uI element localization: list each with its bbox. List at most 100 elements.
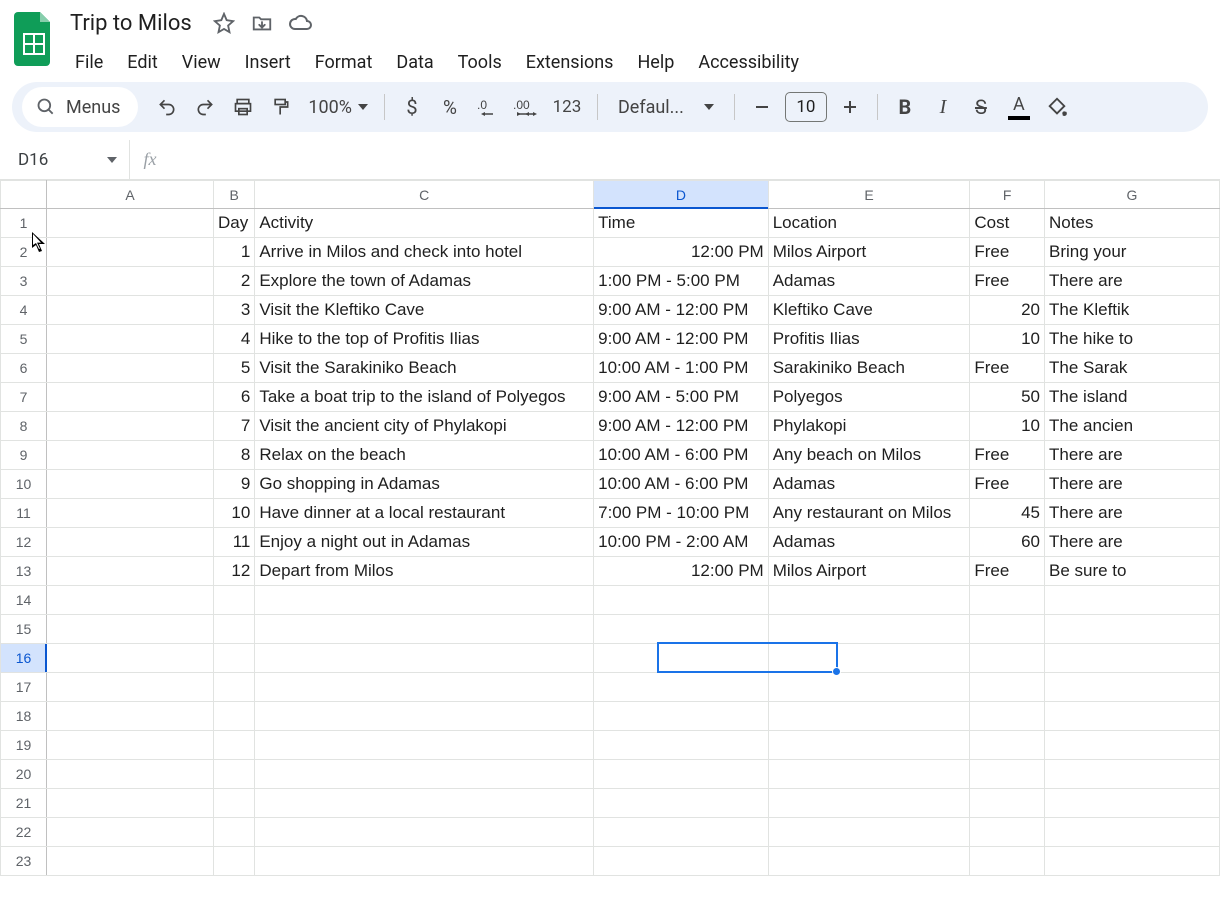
cell-D15[interactable] xyxy=(594,615,769,644)
cell-C12[interactable]: Enjoy a night out in Adamas xyxy=(255,528,594,557)
cell-B22[interactable] xyxy=(214,818,255,847)
print-button[interactable] xyxy=(226,90,260,124)
cell-E14[interactable] xyxy=(768,586,970,615)
redo-button[interactable] xyxy=(188,90,222,124)
cell-F13[interactable]: Free xyxy=(970,557,1045,586)
row-header-3[interactable]: 3 xyxy=(1,267,47,296)
cell-C4[interactable]: Visit the Kleftiko Cave xyxy=(255,296,594,325)
cell-G18[interactable] xyxy=(1044,702,1219,731)
font-size-input[interactable]: 10 xyxy=(785,92,827,122)
cell-E10[interactable]: Adamas xyxy=(768,470,970,499)
italic-button[interactable]: I xyxy=(926,90,960,124)
cell-E7[interactable]: Polyegos xyxy=(768,383,970,412)
cell-B19[interactable] xyxy=(214,731,255,760)
cell-B21[interactable] xyxy=(214,789,255,818)
cell-E5[interactable]: Profitis Ilias xyxy=(768,325,970,354)
cell-D13[interactable]: 12:00 PM xyxy=(594,557,769,586)
menu-extensions[interactable]: Extensions xyxy=(515,46,625,79)
cell-D5[interactable]: 9:00 AM - 12:00 PM xyxy=(594,325,769,354)
cell-D23[interactable] xyxy=(594,847,769,876)
text-color-button[interactable]: A xyxy=(1002,90,1036,124)
cell-C16[interactable] xyxy=(255,644,594,673)
cell-F4[interactable]: 20 xyxy=(970,296,1045,325)
menu-tools[interactable]: Tools xyxy=(447,46,513,79)
cell-E6[interactable]: Sarakiniko Beach xyxy=(768,354,970,383)
sheets-logo-icon[interactable] xyxy=(12,10,56,68)
menu-edit[interactable]: Edit xyxy=(116,46,168,79)
cell-E18[interactable] xyxy=(768,702,970,731)
row-header-20[interactable]: 20 xyxy=(1,760,47,789)
cell-A21[interactable] xyxy=(46,789,213,818)
menu-insert[interactable]: Insert xyxy=(234,46,302,79)
cell-E4[interactable]: Kleftiko Cave xyxy=(768,296,970,325)
cell-E2[interactable]: Milos Airport xyxy=(768,238,970,267)
decrease-font-size-button[interactable] xyxy=(745,90,779,124)
cell-E22[interactable] xyxy=(768,818,970,847)
cell-C13[interactable]: Depart from Milos xyxy=(255,557,594,586)
cell-G19[interactable] xyxy=(1044,731,1219,760)
paint-format-button[interactable] xyxy=(264,90,298,124)
cell-G20[interactable] xyxy=(1044,760,1219,789)
cell-C20[interactable] xyxy=(255,760,594,789)
cell-G6[interactable]: The Sarak xyxy=(1044,354,1219,383)
row-header-17[interactable]: 17 xyxy=(1,673,47,702)
cell-F8[interactable]: 10 xyxy=(970,412,1045,441)
cell-A11[interactable] xyxy=(46,499,213,528)
cell-B17[interactable] xyxy=(214,673,255,702)
cell-F18[interactable] xyxy=(970,702,1045,731)
cell-A22[interactable] xyxy=(46,818,213,847)
cell-F23[interactable] xyxy=(970,847,1045,876)
row-header-19[interactable]: 19 xyxy=(1,731,47,760)
cell-A23[interactable] xyxy=(46,847,213,876)
cell-D21[interactable] xyxy=(594,789,769,818)
cell-D7[interactable]: 9:00 AM - 5:00 PM xyxy=(594,383,769,412)
fill-color-button[interactable] xyxy=(1040,90,1074,124)
cell-D4[interactable]: 9:00 AM - 12:00 PM xyxy=(594,296,769,325)
cell-C17[interactable] xyxy=(255,673,594,702)
cell-A16[interactable] xyxy=(46,644,213,673)
number-format-button[interactable]: 123 xyxy=(547,90,587,124)
cell-A1[interactable] xyxy=(46,209,213,238)
formula-input[interactable] xyxy=(170,140,1220,179)
cell-E9[interactable]: Any beach on Milos xyxy=(768,441,970,470)
row-header-14[interactable]: 14 xyxy=(1,586,47,615)
select-all-corner[interactable] xyxy=(1,181,47,209)
cell-C7[interactable]: Take a boat trip to the island of Polyeg… xyxy=(255,383,594,412)
cell-G5[interactable]: The hike to xyxy=(1044,325,1219,354)
name-box[interactable]: D16 xyxy=(0,140,130,179)
cell-E13[interactable]: Milos Airport xyxy=(768,557,970,586)
row-header-1[interactable]: 1 xyxy=(1,209,47,238)
row-header-12[interactable]: 12 xyxy=(1,528,47,557)
strikethrough-button[interactable]: S xyxy=(964,90,998,124)
cell-G2[interactable]: Bring your xyxy=(1044,238,1219,267)
cell-A8[interactable] xyxy=(46,412,213,441)
cell-B16[interactable] xyxy=(214,644,255,673)
percent-button[interactable]: % xyxy=(433,90,467,124)
cell-G7[interactable]: The island xyxy=(1044,383,1219,412)
cell-C14[interactable] xyxy=(255,586,594,615)
cell-B13[interactable]: 12 xyxy=(214,557,255,586)
increase-font-size-button[interactable] xyxy=(833,90,867,124)
row-header-13[interactable]: 13 xyxy=(1,557,47,586)
cell-B1[interactable]: Day xyxy=(214,209,255,238)
cell-C15[interactable] xyxy=(255,615,594,644)
cell-A5[interactable] xyxy=(46,325,213,354)
row-header-2[interactable]: 2 xyxy=(1,238,47,267)
cell-G16[interactable] xyxy=(1044,644,1219,673)
cell-G1[interactable]: Notes xyxy=(1044,209,1219,238)
spreadsheet-grid[interactable]: ABCDEFG1DayActivityTimeLocationCostNotes… xyxy=(0,180,1220,902)
row-header-23[interactable]: 23 xyxy=(1,847,47,876)
cell-G8[interactable]: The ancien xyxy=(1044,412,1219,441)
cell-B3[interactable]: 2 xyxy=(214,267,255,296)
row-header-4[interactable]: 4 xyxy=(1,296,47,325)
cell-G17[interactable] xyxy=(1044,673,1219,702)
cell-A13[interactable] xyxy=(46,557,213,586)
increase-decimal-button[interactable]: .00 xyxy=(509,90,543,124)
cell-D1[interactable]: Time xyxy=(594,209,769,238)
zoom-select[interactable]: 100% xyxy=(302,97,374,118)
column-header-F[interactable]: F xyxy=(970,181,1045,209)
cell-F19[interactable] xyxy=(970,731,1045,760)
cell-C18[interactable] xyxy=(255,702,594,731)
cell-E17[interactable] xyxy=(768,673,970,702)
cell-C23[interactable] xyxy=(255,847,594,876)
